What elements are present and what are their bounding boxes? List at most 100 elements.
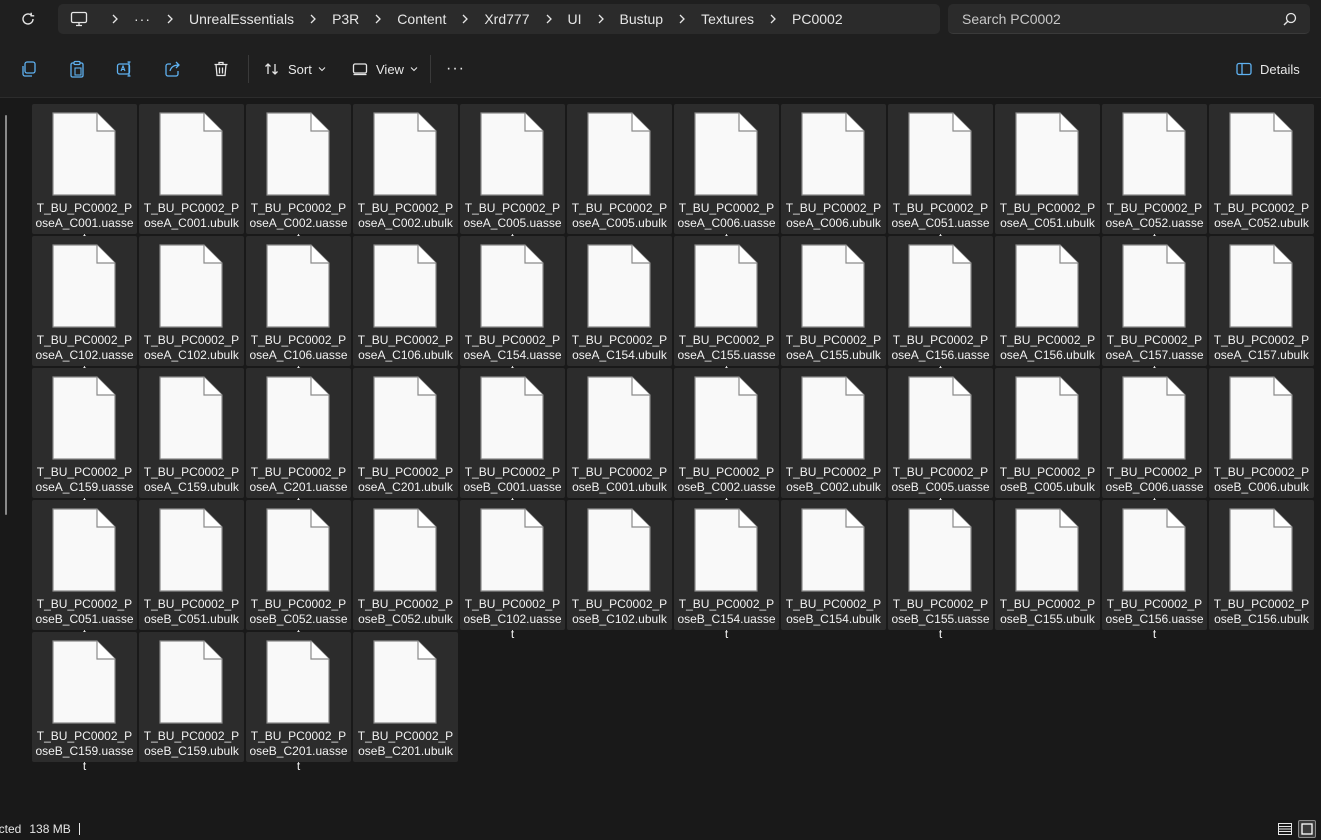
command-bar: Sort View ··· Details [0,40,1321,98]
large-icons-view-button[interactable] [1298,820,1316,838]
file-item[interactable]: T_BU_PC0002_PoseB_C155.uasset [888,500,993,641]
file-name: T_BU_PC0002_PoseB_C159.uasset [35,729,134,773]
share-icon[interactable] [162,58,184,80]
file-item[interactable]: T_BU_PC0002_PoseB_C051.uasset [32,500,137,641]
breadcrumb-segment-current[interactable]: PC0002 [788,11,847,27]
file-item[interactable]: T_BU_PC0002_PoseB_C102.ubulk [567,500,672,630]
file-item[interactable]: T_BU_PC0002_PoseB_C006.uasset [1102,368,1207,509]
nav-pane-scrollbar[interactable] [5,115,7,515]
file-item[interactable]: T_BU_PC0002_PoseB_C201.uasset [246,632,351,773]
file-item[interactable]: T_BU_PC0002_PoseA_C006.ubulk [781,104,886,234]
file-item[interactable]: T_BU_PC0002_PoseA_C157.ubulk [1209,236,1314,366]
details-button[interactable]: Details [1236,58,1300,80]
file-item[interactable]: T_BU_PC0002_PoseA_C159.ubulk [139,368,244,498]
breadcrumb-segment[interactable]: P3R [328,11,363,27]
chevron-right-icon[interactable] [674,11,690,27]
chevron-right-icon[interactable] [107,11,123,27]
rename-icon[interactable] [114,58,136,80]
file-item[interactable]: T_BU_PC0002_PoseB_C159.uasset [32,632,137,773]
trash-icon[interactable] [210,58,232,80]
breadcrumb-segment[interactable]: Textures [697,11,758,27]
file-item[interactable]: T_BU_PC0002_PoseA_C106.uasset [246,236,351,377]
file-item[interactable]: T_BU_PC0002_PoseB_C159.ubulk [139,632,244,762]
file-name: T_BU_PC0002_PoseB_C051.ubulk [143,597,240,626]
file-item[interactable]: T_BU_PC0002_PoseA_C002.ubulk [353,104,458,234]
file-item[interactable]: T_BU_PC0002_PoseB_C006.ubulk [1209,368,1314,498]
chevron-right-icon[interactable] [370,11,386,27]
file-item[interactable]: T_BU_PC0002_PoseA_C001.uasset [32,104,137,245]
chevron-right-icon[interactable] [593,11,609,27]
file-item[interactable]: T_BU_PC0002_PoseB_C005.ubulk [995,368,1100,498]
file-item[interactable]: T_BU_PC0002_PoseA_C102.ubulk [139,236,244,366]
file-item[interactable]: T_BU_PC0002_PoseA_C006.uasset [674,104,779,245]
file-item[interactable]: T_BU_PC0002_PoseA_C155.ubulk [781,236,886,366]
view-button[interactable]: View [352,58,418,80]
breadcrumb-segment[interactable]: Content [393,11,450,27]
file-item[interactable]: T_BU_PC0002_PoseB_C102.uasset [460,500,565,641]
file-item[interactable]: T_BU_PC0002_PoseB_C002.ubulk [781,368,886,498]
chevron-right-icon[interactable] [162,11,178,27]
sort-button[interactable]: Sort [264,58,326,80]
file-item[interactable]: T_BU_PC0002_PoseB_C154.uasset [674,500,779,641]
file-item[interactable]: T_BU_PC0002_PoseA_C005.ubulk [567,104,672,234]
details-view-button[interactable] [1276,820,1294,838]
file-item[interactable]: T_BU_PC0002_PoseB_C005.uasset [888,368,993,509]
file-item[interactable]: T_BU_PC0002_PoseA_C102.uasset [32,236,137,377]
file-icon [1229,112,1293,196]
file-item[interactable]: T_BU_PC0002_PoseA_C156.uasset [888,236,993,377]
file-icon [52,112,116,196]
breadcrumb-segment[interactable]: Bustup [616,11,668,27]
file-icon [1229,244,1293,328]
file-item[interactable]: T_BU_PC0002_PoseA_C201.uasset [246,368,351,509]
file-item[interactable]: T_BU_PC0002_PoseA_C155.uasset [674,236,779,377]
file-icon [801,112,865,196]
file-item[interactable]: T_BU_PC0002_PoseA_C051.ubulk [995,104,1100,234]
file-item[interactable]: T_BU_PC0002_PoseA_C154.uasset [460,236,565,377]
file-item[interactable]: T_BU_PC0002_PoseB_C154.ubulk [781,500,886,630]
file-item[interactable]: T_BU_PC0002_PoseB_C002.uasset [674,368,779,509]
file-item[interactable]: T_BU_PC0002_PoseB_C001.uasset [460,368,565,509]
breadcrumb-segment[interactable]: UnrealEssentials [185,11,298,27]
file-item[interactable]: T_BU_PC0002_PoseA_C201.ubulk [353,368,458,498]
file-item[interactable]: T_BU_PC0002_PoseB_C001.ubulk [567,368,672,498]
file-icon [1015,112,1079,196]
chevron-right-icon[interactable] [541,11,557,27]
file-item[interactable]: T_BU_PC0002_PoseA_C106.ubulk [353,236,458,366]
file-item[interactable]: T_BU_PC0002_PoseA_C002.uasset [246,104,351,245]
file-item[interactable]: T_BU_PC0002_PoseB_C201.ubulk [353,632,458,762]
file-item[interactable]: T_BU_PC0002_PoseA_C051.uasset [888,104,993,245]
file-name: T_BU_PC0002_PoseA_C005.ubulk [571,201,668,230]
search-icon[interactable] [1282,11,1298,27]
file-icon [694,244,758,328]
file-item[interactable]: T_BU_PC0002_PoseA_C156.ubulk [995,236,1100,366]
file-icon [52,508,116,592]
file-item[interactable]: T_BU_PC0002_PoseB_C051.ubulk [139,500,244,630]
breadcrumb-segment[interactable]: Xrd777 [480,11,533,27]
search-input[interactable] [948,4,1268,33]
file-item[interactable]: T_BU_PC0002_PoseA_C052.uasset [1102,104,1207,245]
file-item[interactable]: T_BU_PC0002_PoseA_C001.ubulk [139,104,244,234]
file-item[interactable]: T_BU_PC0002_PoseA_C157.uasset [1102,236,1207,377]
breadcrumb-segment[interactable]: UI [564,11,586,27]
copy-icon[interactable] [18,58,40,80]
chevron-right-icon[interactable] [305,11,321,27]
file-item[interactable]: T_BU_PC0002_PoseB_C156.uasset [1102,500,1207,641]
file-item[interactable]: T_BU_PC0002_PoseA_C159.uasset [32,368,137,509]
breadcrumb-overflow[interactable]: ··· [134,12,151,26]
paste-icon[interactable] [66,58,88,80]
file-item[interactable]: T_BU_PC0002_PoseA_C005.uasset [460,104,565,245]
this-pc-icon[interactable] [70,11,88,27]
file-item[interactable]: T_BU_PC0002_PoseA_C052.ubulk [1209,104,1314,234]
more-options-button[interactable]: ··· [446,58,465,80]
file-icon [159,376,223,460]
file-item[interactable]: T_BU_PC0002_PoseB_C155.ubulk [995,500,1100,630]
file-name: T_BU_PC0002_PoseB_C102.ubulk [571,597,668,626]
chevron-right-icon[interactable] [765,11,781,27]
chevron-right-icon[interactable] [457,11,473,27]
file-item[interactable]: T_BU_PC0002_PoseB_C052.ubulk [353,500,458,630]
file-item[interactable]: T_BU_PC0002_PoseA_C154.ubulk [567,236,672,366]
file-name: T_BU_PC0002_PoseB_C155.uasset [891,597,990,641]
refresh-icon[interactable] [16,8,40,30]
file-item[interactable]: T_BU_PC0002_PoseB_C156.ubulk [1209,500,1314,630]
file-item[interactable]: T_BU_PC0002_PoseB_C052.uasset [246,500,351,641]
